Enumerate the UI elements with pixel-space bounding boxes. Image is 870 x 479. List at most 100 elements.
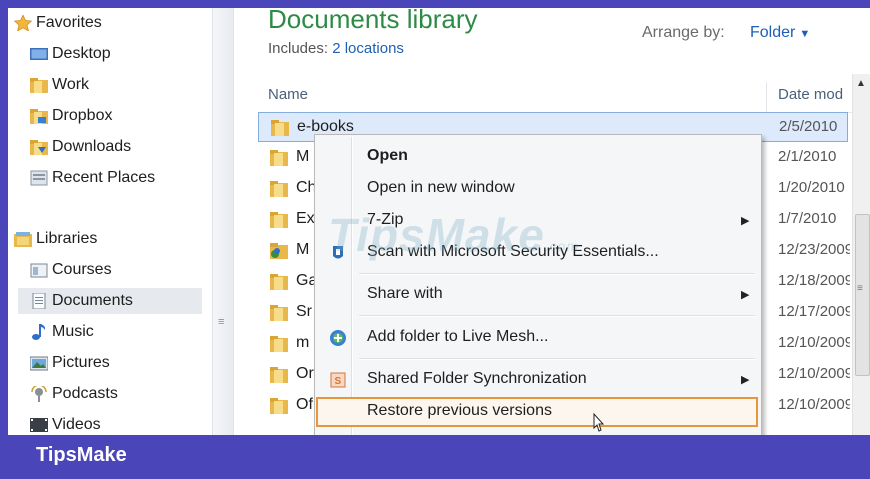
menu-item-label: Share with [367,285,443,302]
file-name: Or [296,365,314,382]
nav-item-documents[interactable]: Documents [18,288,202,314]
vertical-scrollbar[interactable]: ▲ ≡ [852,74,870,435]
menu-item-label: Open [367,147,408,164]
menu-separator [359,315,755,317]
library-includes: Includes: 2 locations [268,40,404,57]
folder-icon [270,398,288,414]
nav-item-podcasts[interactable]: Podcasts [31,381,118,407]
watermark: TipsMake.com [328,208,579,262]
downloads-folder-icon [30,140,48,155]
folder-icon [270,367,288,383]
watermark-text: TipsMake [328,209,545,261]
nav-item-label: Videos [52,416,101,433]
nav-item-label: Desktop [52,45,111,62]
file-date: 2/1/2010 [778,148,837,165]
nav-item-work[interactable]: Work [30,72,89,98]
folder-icon [270,212,288,228]
recent-places-icon [30,170,48,186]
column-date-modified[interactable]: Date mod [778,86,850,103]
mouse-cursor-icon [593,412,605,432]
nav-item-label: Courses [52,261,112,278]
menu-item-open[interactable]: Open [317,143,757,171]
navigation-pane: Favorites Desktop Work Dropbox Downloads… [8,8,212,435]
menu-item-add-live-mesh[interactable]: Add folder to Live Mesh... [317,324,757,352]
menu-item-open-new-window[interactable]: Open in new window [317,175,757,203]
nav-favorites-label: Favorites [36,14,102,31]
file-date: 1/20/2010 [778,179,845,196]
menu-item-label: Open in new window [367,179,515,196]
menu-item-restore-previous-versions[interactable]: Restore previous versions [316,397,758,427]
nav-libraries-label: Libraries [36,230,98,247]
file-name: Ex [296,210,315,227]
includes-label: Includes: [268,40,329,57]
arrange-by-dropdown[interactable]: Folder ▼ [750,24,810,42]
nav-item-downloads[interactable]: Downloads [30,134,132,160]
thumb-grip-icon: ≡ [857,283,863,294]
menu-item-label: Restore previous versions [367,402,552,419]
pictures-icon [30,356,48,371]
nav-favorites[interactable]: Favorites [14,10,102,36]
folder-icon [270,181,288,197]
column-header: Name Date mod [258,82,852,113]
documents-icon [32,293,46,309]
file-date: 12/23/2009 [778,241,850,258]
file-name: Of [296,396,313,413]
column-divider[interactable] [766,82,767,112]
live-mesh-icon [330,330,346,346]
context-menu: Open Open in new window 7-Zip ▶ Scan wit… [314,134,762,435]
file-date: 12/10/2009 [778,396,850,413]
nav-item-label: Pictures [52,354,110,371]
menu-item-share-with[interactable]: Share with ▶ [317,281,757,309]
nav-item-label: Music [52,323,94,340]
nav-item-courses[interactable]: Courses [30,257,112,283]
dropdown-arrow-icon: ▼ [799,28,811,40]
podcast-icon [31,386,47,402]
splitter-grip-icon[interactable]: ≡ [218,316,224,328]
menu-item-shared-folder-sync[interactable]: S Shared Folder Synchronization ▶ [317,366,757,394]
scroll-up-arrow-icon[interactable]: ▲ [856,78,866,89]
menu-item-label: Shared Folder Synchronization [367,370,587,387]
music-icon [32,324,46,340]
folder-icon [270,305,288,321]
watermark-suffix: .com [544,238,580,254]
file-date: 1/7/2010 [778,210,837,227]
menu-separator [359,273,755,275]
submenu-arrow-icon: ▶ [741,215,750,227]
nav-item-pictures[interactable]: Pictures [30,350,110,376]
footer-brand: TipsMake [36,444,127,466]
folder-icon [270,150,288,166]
nav-libraries[interactable]: Libraries [14,226,98,252]
file-date: 12/10/2009 [778,365,850,382]
nav-item-recent-places[interactable]: Recent Places [30,165,156,191]
folder-icon [30,78,48,93]
file-name: m [296,334,310,351]
nav-item-desktop[interactable]: Desktop [30,41,111,67]
column-name[interactable]: Name [268,86,308,103]
nav-item-label: Recent Places [52,169,156,186]
file-name: Sr [296,303,312,320]
footer-banner: TipsMake [0,435,870,479]
submenu-arrow-icon: ▶ [741,374,750,386]
desktop-icon [30,48,48,60]
nav-item-videos[interactable]: Videos [30,412,101,435]
scroll-thumb[interactable]: ≡ [855,214,870,376]
dropbox-folder-icon [30,109,48,124]
libraries-icon [14,232,32,247]
folder-icon [271,120,289,136]
arrange-by: Arrange by: Folder ▼ [642,24,810,42]
shared-folder-icon [270,243,288,259]
file-name: M [296,148,310,165]
includes-locations-link[interactable]: 2 locations [332,40,404,57]
nav-item-label: Downloads [52,138,132,155]
nav-item-dropbox[interactable]: Dropbox [30,103,112,129]
nav-item-label: Documents [52,292,133,309]
nav-item-music[interactable]: Music [32,319,94,345]
folder-icon [270,336,288,352]
pane-splitter[interactable]: ≡ [212,8,234,435]
star-icon [14,15,32,31]
file-date: 12/18/2009 [778,272,850,289]
arrange-by-label: Arrange by: [642,24,725,41]
file-name: M [296,241,310,258]
explorer-window: Favorites Desktop Work Dropbox Downloads… [8,8,870,435]
folder-icon [270,274,288,290]
